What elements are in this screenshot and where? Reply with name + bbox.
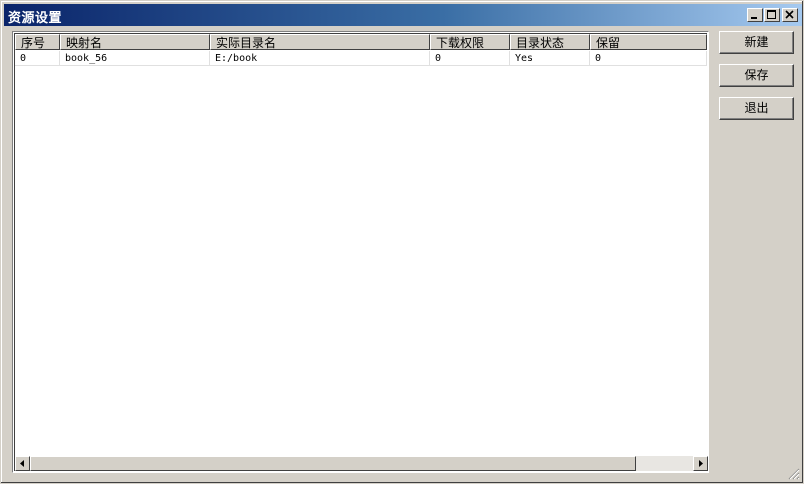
cell-directory-status: Yes — [510, 51, 590, 66]
cell-download-permission: 0 — [430, 51, 510, 66]
column-header-mapping-name[interactable]: 映射名 — [60, 34, 210, 50]
exit-button[interactable]: 退出 — [719, 97, 794, 120]
scroll-left-icon — [20, 460, 24, 467]
cell-mapping-name: book_56 — [60, 51, 210, 66]
close-icon — [785, 10, 794, 19]
cell-reserved: 0 — [590, 51, 707, 66]
scroll-right-button[interactable] — [693, 456, 708, 471]
scroll-right-icon — [699, 460, 703, 467]
resize-grip-icon[interactable] — [788, 468, 800, 480]
save-button[interactable]: 保存 — [719, 64, 794, 87]
maximize-icon — [767, 10, 776, 19]
window-title: 资源设置 — [8, 11, 63, 26]
title-bar[interactable]: 资源设置 — [4, 4, 802, 26]
horizontal-scrollbar[interactable] — [15, 456, 708, 471]
resource-settings-window: 资源设置 序号 映射名 实际目录名 下载权限 目录状态 保留 0 book_56… — [0, 0, 804, 484]
resource-list[interactable]: 序号 映射名 实际目录名 下载权限 目录状态 保留 0 book_56 E:/b… — [12, 31, 709, 473]
scroll-left-button[interactable] — [15, 456, 30, 471]
cell-index: 0 — [15, 51, 60, 66]
minimize-button[interactable] — [747, 8, 763, 22]
close-button[interactable] — [782, 8, 798, 22]
minimize-icon — [751, 17, 757, 19]
column-header-actual-directory[interactable]: 实际目录名 — [210, 34, 430, 50]
column-header-directory-status[interactable]: 目录状态 — [510, 34, 590, 50]
maximize-button[interactable] — [764, 8, 780, 22]
cell-actual-directory: E:/book — [210, 51, 430, 66]
new-button[interactable]: 新建 — [719, 31, 794, 54]
table-row[interactable]: 0 book_56 E:/book 0 Yes 0 — [15, 51, 707, 66]
column-header-index[interactable]: 序号 — [15, 34, 60, 50]
column-header-download-permission[interactable]: 下载权限 — [430, 34, 510, 50]
scroll-thumb[interactable] — [30, 456, 636, 471]
list-header: 序号 映射名 实际目录名 下载权限 目录状态 保留 — [15, 34, 707, 50]
column-header-reserved[interactable]: 保留 — [590, 34, 707, 50]
